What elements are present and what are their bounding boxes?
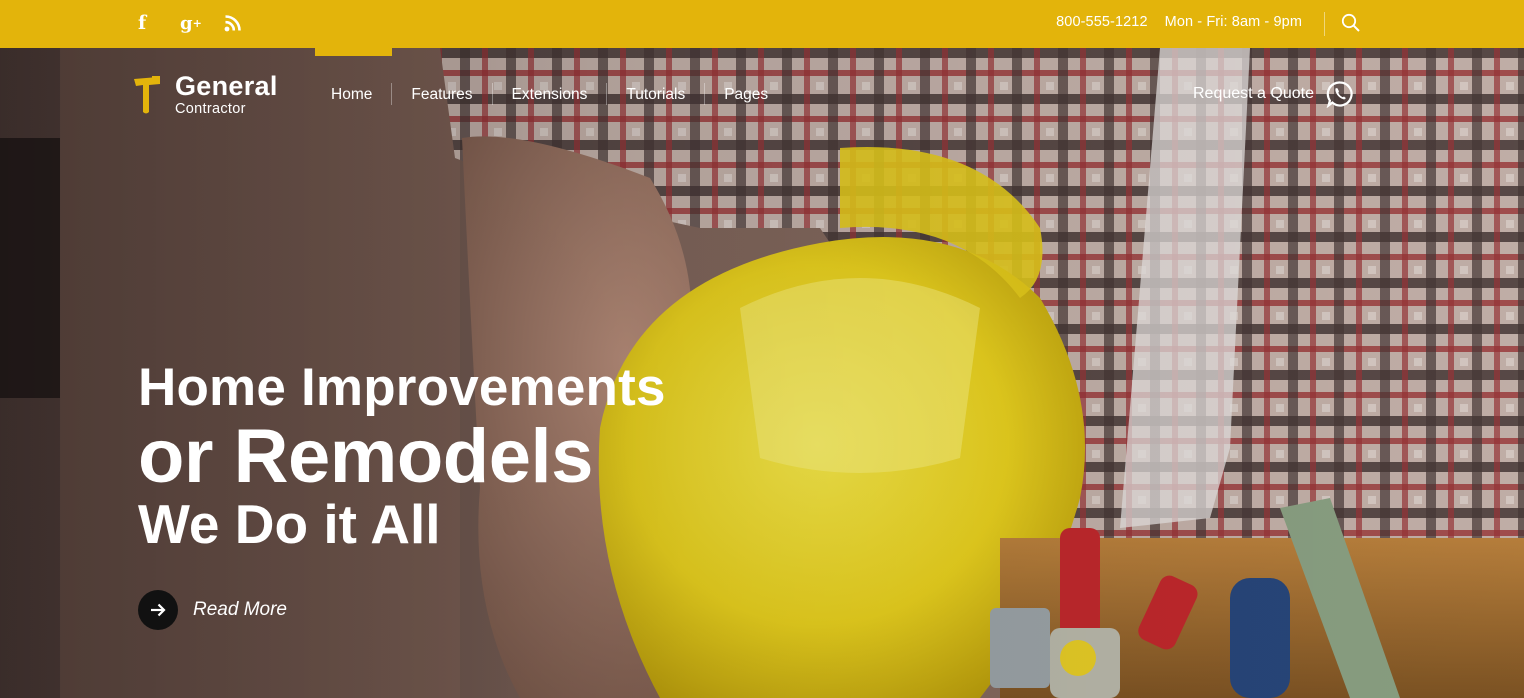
- nav-separator: [491, 83, 493, 105]
- nav-separator: [704, 83, 706, 105]
- search-icon[interactable]: [1341, 13, 1361, 33]
- request-quote-link[interactable]: Request a Quote: [1193, 80, 1354, 108]
- nav-item-tutorials[interactable]: Tutorials: [626, 48, 704, 118]
- google-plus-glyph: g: [180, 12, 193, 34]
- read-more-label: Read More: [193, 599, 287, 620]
- headline-line-2: or Remodels: [138, 414, 593, 499]
- topbar-divider: [1324, 12, 1325, 36]
- social-links: f g +: [132, 11, 270, 35]
- main-nav: Home Features Extensions Tutorials Pages: [315, 48, 787, 118]
- google-plus-icon[interactable]: g +: [178, 11, 224, 35]
- rss-icon[interactable]: [224, 11, 270, 35]
- phone-number[interactable]: 800-555-1212: [1056, 14, 1148, 30]
- hammer-icon: [134, 76, 160, 114]
- nav-label: Tutorials: [626, 86, 686, 103]
- nav-label: Home: [331, 86, 373, 103]
- google-plus-sup: +: [192, 16, 202, 30]
- nav-item-features[interactable]: Features: [411, 48, 491, 118]
- nav-separator: [391, 83, 393, 105]
- top-bar: f g + 800-555-1212 Mon - Fri: 8am - 9pm: [0, 0, 1524, 48]
- request-quote-label: Request a Quote: [1193, 85, 1314, 102]
- hero-headline: Home Improvements or Remodels We Do it A…: [138, 357, 666, 553]
- nav-separator: [606, 83, 608, 105]
- nav-label: Pages: [724, 86, 769, 103]
- nav-item-home[interactable]: Home: [315, 48, 393, 118]
- brand-name: General: [175, 71, 278, 101]
- headline-line-1: Home Improvements: [138, 358, 666, 417]
- business-hours: Mon - Fri: 8am - 9pm: [1164, 14, 1302, 30]
- facebook-icon[interactable]: f: [132, 11, 178, 35]
- read-more-button[interactable]: Read More: [138, 590, 287, 630]
- nav-item-extensions[interactable]: Extensions: [512, 48, 607, 118]
- arrow-right-icon: [138, 590, 178, 630]
- brand-logo[interactable]: General Contractor: [132, 71, 302, 120]
- headline-line-3: We Do it All: [138, 493, 441, 555]
- nav-label: Features: [411, 86, 473, 103]
- nav-label: Extensions: [511, 86, 588, 103]
- whatsapp-icon: [1326, 81, 1353, 108]
- brand-tagline: Contractor: [175, 101, 246, 117]
- nav-item-pages[interactable]: Pages: [724, 48, 787, 118]
- contact-info: 800-555-1212 Mon - Fri: 8am - 9pm: [1056, 14, 1302, 30]
